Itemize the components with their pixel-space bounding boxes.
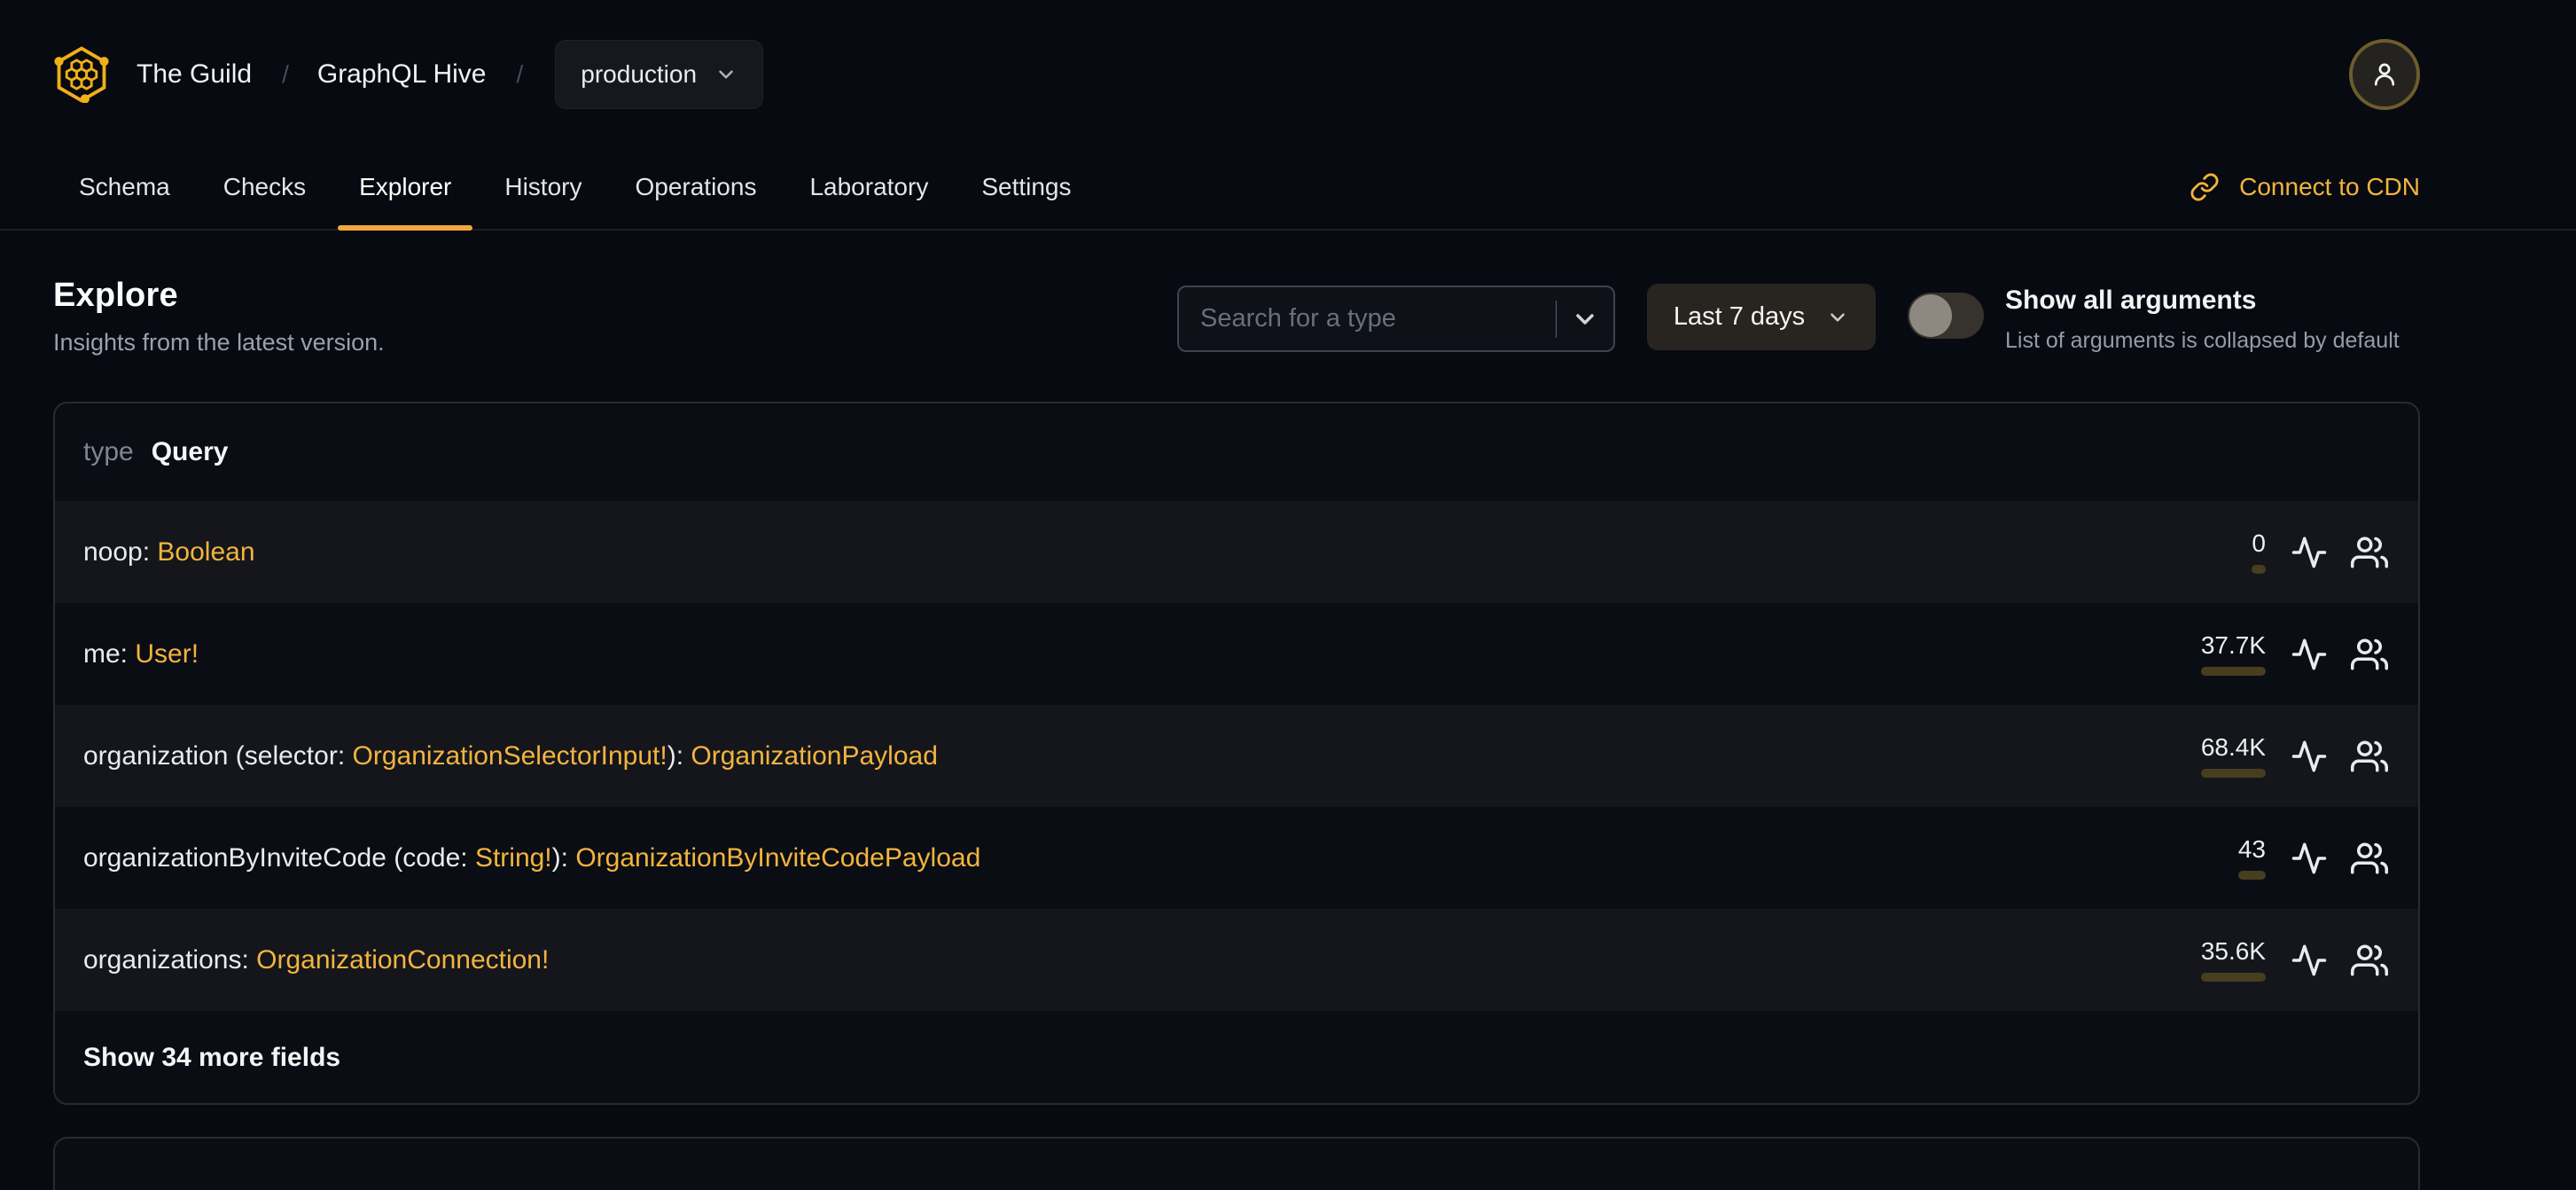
page-heading: Explore Insights from the latest version… — [53, 277, 385, 356]
breadcrumb-project[interactable]: GraphQL Hive — [317, 59, 487, 90]
field-row: organizations: OrganizationConnection! 3… — [55, 909, 2418, 1011]
field-signature: organizations: OrganizationConnection! — [83, 944, 550, 975]
field-usage-metric: 37.7K — [2200, 631, 2266, 676]
toggle-title: Show all arguments — [2005, 286, 2257, 315]
users-icon[interactable] — [2349, 940, 2390, 981]
period-selector-dropdown[interactable]: Last 7 days — [1647, 284, 1876, 350]
toggle-knob — [1909, 294, 1952, 337]
field-row: me: User! 37.7K — [55, 603, 2418, 705]
field-usage-metric: 0 — [2252, 529, 2266, 574]
field-row: organizationByInviteCode (code: String!)… — [55, 807, 2418, 909]
breadcrumb-separator: / — [516, 60, 524, 88]
tab-checks[interactable]: Checks — [202, 145, 327, 229]
tab-history[interactable]: History — [483, 145, 603, 229]
field-usage-metric: 43 — [2237, 835, 2266, 880]
usage-bar — [2200, 972, 2266, 982]
type-link[interactable]: User! — [135, 639, 199, 669]
field-row: organization (selector: OrganizationSele… — [55, 705, 2418, 807]
page-title: Explore — [53, 277, 178, 314]
period-selector-value: Last 7 days — [1673, 302, 1806, 331]
type-kind-label: type — [83, 437, 134, 466]
next-type-card-partial — [53, 1137, 2420, 1190]
chevron-down-icon — [1831, 312, 1845, 322]
users-icon[interactable] — [2349, 532, 2390, 573]
type-link[interactable]: Boolean — [157, 537, 254, 567]
type-link[interactable]: OrganizationByInviteCodePayload — [575, 843, 980, 873]
tab-settings[interactable]: Settings — [960, 145, 1092, 229]
show-more-fields-label: Show 34 more fields — [83, 1043, 341, 1072]
type-query-card: type Query noop: Boolean 0 me: User! 37.… — [53, 402, 2420, 1105]
page-subtitle: Insights from the latest version. — [53, 329, 385, 356]
usage-bar — [2200, 666, 2266, 676]
field-signature: noop: Boolean — [83, 536, 255, 567]
tab-explorer[interactable]: Explorer — [338, 145, 473, 231]
tab-laboratory[interactable]: Laboratory — [788, 145, 949, 229]
field-signature: me: User! — [83, 638, 199, 669]
breadcrumb-org[interactable]: The Guild — [137, 59, 252, 90]
link-icon — [2190, 173, 2219, 201]
field-row: noop: Boolean 0 — [55, 501, 2418, 603]
chevron-down-icon — [719, 70, 733, 79]
breadcrumb: The Guild / GraphQL Hive / production — [53, 0, 2420, 149]
usage-bar — [2252, 564, 2266, 574]
users-icon[interactable] — [2349, 838, 2390, 879]
type-link[interactable]: String! — [475, 843, 552, 873]
usage-count: 0 — [2252, 529, 2266, 558]
search-input[interactable] — [1179, 287, 1556, 350]
activity-icon[interactable] — [2289, 532, 2330, 573]
top-bar: The Guild / GraphQL Hive / production Sc… — [0, 0, 2576, 231]
type-link[interactable]: OrganizationConnection! — [256, 945, 549, 975]
tab-schema[interactable]: Schema — [58, 145, 191, 229]
chevron-down-icon — [1576, 313, 1594, 325]
usage-count: 37.7K — [2200, 631, 2266, 660]
usage-count: 68.4K — [2200, 733, 2266, 762]
tab-bar: Schema Checks Explorer History Operation… — [58, 145, 2420, 231]
toggle-hint: List of arguments is collapsed by defaul… — [2005, 328, 2400, 353]
type-card-header: type Query — [55, 403, 2418, 501]
field-signature: organizationByInviteCode (code: String!)… — [83, 842, 981, 873]
connect-to-cdn-link[interactable]: Connect to CDN — [2190, 172, 2420, 202]
activity-icon[interactable] — [2289, 940, 2330, 981]
hive-honeycomb-icon[interactable] — [53, 46, 110, 103]
connect-to-cdn-label: Connect to CDN — [2239, 173, 2420, 200]
show-all-arguments-toggle[interactable] — [1908, 293, 1984, 339]
activity-icon[interactable] — [2289, 736, 2330, 777]
usage-count: 35.6K — [2200, 937, 2266, 966]
user-avatar-button[interactable] — [2349, 39, 2420, 110]
tab-operations[interactable]: Operations — [613, 145, 777, 229]
target-selector-value: production — [581, 60, 698, 88]
activity-icon[interactable] — [2289, 838, 2330, 879]
breadcrumb-separator: / — [282, 60, 289, 88]
target-selector-dropdown[interactable]: production — [555, 40, 764, 109]
type-link[interactable]: OrganizationPayload — [691, 741, 938, 771]
type-name: Query — [151, 437, 229, 466]
activity-icon[interactable] — [2289, 634, 2330, 675]
users-icon[interactable] — [2349, 634, 2390, 675]
usage-count: 43 — [2237, 835, 2266, 864]
show-more-fields-button[interactable]: Show 34 more fields — [55, 1011, 2418, 1103]
search-dropdown-button[interactable] — [1557, 305, 1613, 333]
user-icon — [2374, 63, 2395, 86]
field-usage-metric: 35.6K — [2200, 937, 2266, 982]
users-icon[interactable] — [2349, 736, 2390, 777]
field-signature: organization (selector: OrganizationSele… — [83, 740, 938, 771]
type-search-combobox — [1177, 286, 1615, 352]
type-link[interactable]: OrganizationSelectorInput! — [353, 741, 667, 771]
usage-bar — [2237, 870, 2266, 880]
field-usage-metric: 68.4K — [2200, 733, 2266, 778]
toggle-label-block: Show all arguments List of arguments is … — [2005, 286, 2431, 354]
usage-bar — [2200, 768, 2266, 778]
